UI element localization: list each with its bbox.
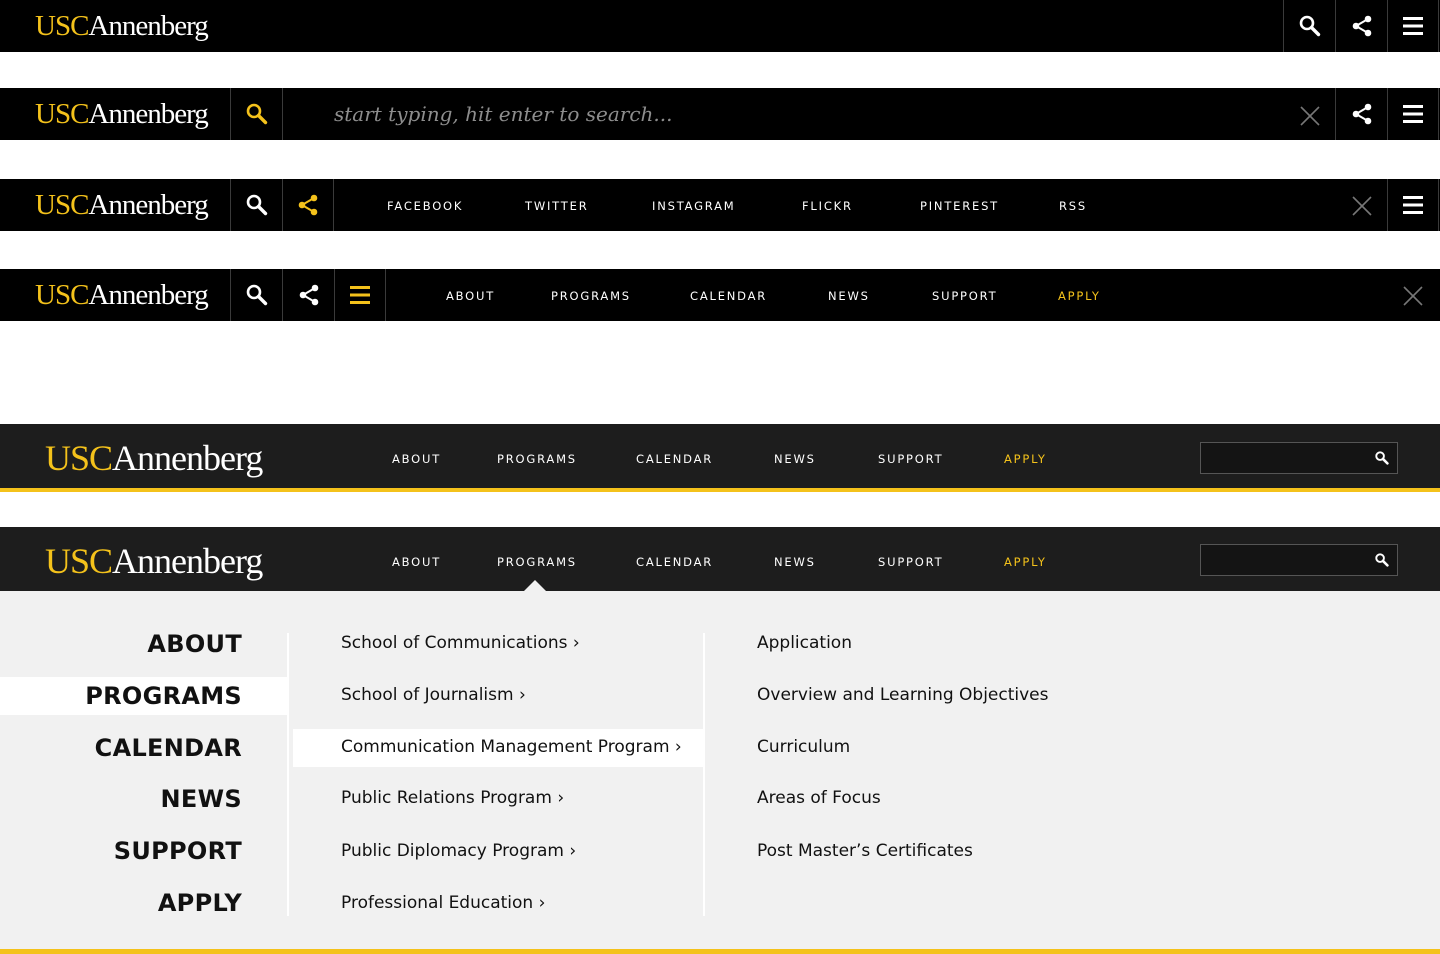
nav-apply[interactable]: APPLY — [1004, 452, 1047, 466]
social-pinterest[interactable]: PINTEREST — [920, 199, 999, 213]
nav-calendar[interactable]: CALENDAR — [636, 555, 713, 569]
search-icon[interactable] — [1375, 553, 1389, 567]
menu-icon — [1403, 105, 1423, 123]
nav-news[interactable]: NEWS — [774, 452, 816, 466]
logo[interactable]: USCAnnenberg — [35, 98, 209, 130]
search-button[interactable] — [230, 269, 282, 321]
logo[interactable]: USCAnnenberg — [35, 279, 209, 311]
search-button-active[interactable] — [230, 88, 282, 140]
column-divider — [703, 633, 705, 916]
mega-item-news[interactable]: NEWS — [161, 785, 242, 813]
header-search-open: USCAnnenberg start typing, hit enter to … — [0, 88, 1440, 140]
logo[interactable]: USCAnnenberg — [35, 10, 209, 42]
subitem-link[interactable]: Overview and Learning Objectives — [757, 685, 1049, 705]
menu-button[interactable] — [1387, 179, 1439, 231]
divider — [282, 88, 283, 140]
header-collapsed: USCAnnenberg — [0, 0, 1440, 52]
search-button[interactable] — [230, 179, 282, 231]
search-icon — [246, 194, 267, 216]
search-icon[interactable] — [1375, 451, 1389, 465]
search-input[interactable] — [1200, 544, 1398, 576]
share-icon — [1352, 15, 1371, 37]
menu-icon — [1403, 17, 1423, 35]
nav-news[interactable]: NEWS — [774, 555, 816, 569]
program-link[interactable]: Public Diplomacy Program › — [341, 841, 576, 861]
search-icon — [246, 284, 267, 306]
share-icon — [1352, 103, 1371, 125]
nav-programs[interactable]: PROGRAMS — [497, 555, 577, 569]
social-rss[interactable]: RSS — [1059, 199, 1087, 213]
nav-programs[interactable]: PROGRAMS — [497, 452, 577, 466]
mega-item-calendar[interactable]: CALENDAR — [95, 734, 242, 762]
mega-item-about[interactable]: ABOUT — [147, 630, 242, 658]
logo[interactable]: USCAnnenberg — [35, 189, 209, 221]
search-button[interactable] — [1283, 0, 1335, 52]
subitem-link[interactable]: Application — [757, 633, 852, 653]
program-link[interactable]: Public Relations Program › — [341, 788, 564, 808]
nav-about[interactable]: ABOUT — [392, 555, 441, 569]
menu-button[interactable] — [1387, 0, 1439, 52]
header-menu-open: USCAnnenberg ABOUT PROGRAMS CALENDAR NEW… — [0, 269, 1440, 321]
gold-rule — [0, 488, 1440, 492]
desktop-header: USCAnnenberg ABOUT PROGRAMS CALENDAR NEW… — [0, 424, 1440, 488]
share-icon — [298, 194, 318, 216]
close-icon[interactable] — [1300, 106, 1320, 126]
mega-item-programs[interactable]: PROGRAMS — [85, 682, 242, 710]
social-instagram[interactable]: INSTAGRAM — [652, 199, 736, 213]
subitem-link[interactable]: Areas of Focus — [757, 788, 881, 808]
nav-calendar[interactable]: CALENDAR — [690, 289, 767, 303]
menu-button-active[interactable] — [334, 269, 386, 321]
share-button[interactable] — [282, 269, 334, 321]
program-link[interactable]: Professional Education › — [341, 893, 545, 913]
menu-button[interactable] — [1387, 88, 1439, 140]
share-button[interactable] — [1335, 88, 1387, 140]
program-link-selected[interactable]: Communication Management Program › — [341, 737, 682, 757]
header-share-open: USCAnnenberg FACEBOOK TWITTER INSTAGRAM … — [0, 179, 1440, 231]
share-button-active[interactable] — [282, 179, 334, 231]
search-input[interactable]: start typing, hit enter to search... — [334, 102, 672, 126]
nav-calendar[interactable]: CALENDAR — [636, 452, 713, 466]
nav-apply[interactable]: APPLY — [1058, 289, 1101, 303]
nav-support[interactable]: SUPPORT — [932, 289, 997, 303]
menu-icon — [1403, 196, 1423, 214]
nav-news[interactable]: NEWS — [828, 289, 870, 303]
share-button[interactable] — [1335, 0, 1387, 52]
subitem-link[interactable]: Curriculum — [757, 737, 850, 757]
program-link[interactable]: School of Communications › — [341, 633, 580, 653]
social-twitter[interactable]: TWITTER — [525, 199, 589, 213]
gold-rule-bottom — [0, 949, 1440, 954]
share-icon — [299, 284, 318, 306]
nav-programs[interactable]: PROGRAMS — [551, 289, 631, 303]
search-icon — [246, 103, 267, 125]
logo[interactable]: USCAnnenberg — [45, 541, 263, 581]
desktop-header-dropdown: USCAnnenberg ABOUT PROGRAMS CALENDAR NEW… — [0, 527, 1440, 591]
subitem-link[interactable]: Post Master’s Certificates — [757, 841, 973, 861]
close-icon[interactable] — [1403, 286, 1423, 306]
social-flickr[interactable]: FLICKR — [802, 199, 853, 213]
menu-icon — [350, 286, 370, 304]
nav-about[interactable]: ABOUT — [446, 289, 495, 303]
nav-support[interactable]: SUPPORT — [878, 452, 943, 466]
column-divider — [287, 633, 289, 916]
program-link[interactable]: School of Journalism › — [341, 685, 526, 705]
mega-item-support[interactable]: SUPPORT — [114, 837, 242, 865]
nav-apply[interactable]: APPLY — [1004, 555, 1047, 569]
nav-about[interactable]: ABOUT — [392, 452, 441, 466]
logo[interactable]: USCAnnenberg — [45, 438, 263, 478]
close-icon[interactable] — [1352, 196, 1372, 216]
dropdown-caret — [524, 580, 546, 591]
mega-item-apply[interactable]: APPLY — [158, 889, 242, 917]
search-icon — [1299, 15, 1320, 37]
search-input[interactable] — [1200, 442, 1398, 474]
social-facebook[interactable]: FACEBOOK — [387, 199, 463, 213]
nav-support[interactable]: SUPPORT — [878, 555, 943, 569]
